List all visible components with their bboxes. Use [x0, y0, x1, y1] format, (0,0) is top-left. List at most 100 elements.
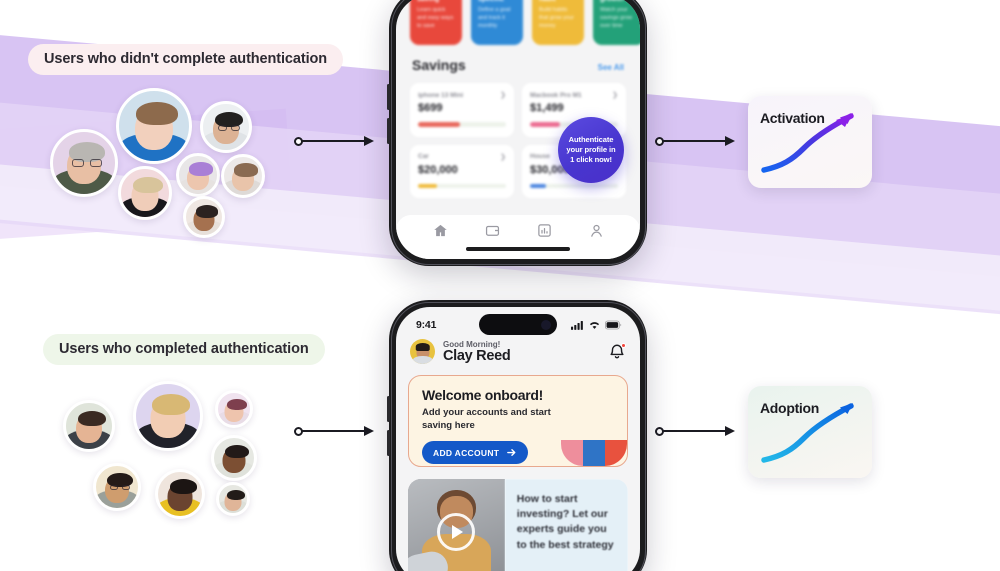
arrow-phone-to-activation: [655, 134, 737, 148]
arrow-head: [725, 425, 735, 436]
dynamic-island: [479, 314, 557, 335]
chip-title: specific: [478, 0, 516, 3]
savings-progress-bar: [418, 183, 506, 188]
bottom-tab-bar: [396, 215, 640, 259]
deco-shape-red: [605, 440, 627, 466]
arrow-cluster-to-phone-bottom: [294, 424, 376, 438]
savings-card-name: House: [530, 153, 550, 160]
savings-card-name: Macbook Pro M1: [530, 91, 582, 99]
chevron-right-icon: ❯: [500, 92, 506, 99]
category-chip[interactable]: specific Define a goal and track it month…: [471, 0, 523, 45]
notification-button[interactable]: [608, 342, 626, 361]
category-chip-row: savingLearn quick and easy ways to saves…: [410, 0, 640, 45]
tab-stats[interactable]: [537, 223, 552, 243]
avatar: [93, 463, 141, 511]
avatar: [215, 390, 253, 428]
savings-card-value: $20,000: [418, 163, 458, 176]
avatar: [155, 469, 205, 519]
tab-home[interactable]: [433, 223, 448, 243]
deco-shape-blue: [583, 440, 605, 466]
savings-card[interactable]: Car ❯ $20,000: [410, 144, 514, 198]
avatar: [211, 435, 257, 481]
signal-icon: [571, 320, 583, 330]
phone-mockup-adoption: 9:41 Good Morning! Clay Reed Welcome onb…: [387, 300, 647, 571]
notification-dot: [621, 342, 626, 348]
phone-volume-up-button[interactable]: [387, 84, 390, 110]
video-caption: How to start investing? Let our experts …: [504, 479, 628, 571]
chip-body: Watch your savings grow over time: [600, 7, 633, 29]
user-greeting-row: Good Morning! Clay Reed: [410, 339, 626, 364]
user-name: Clay Reed: [443, 347, 511, 364]
status-indicators: [571, 320, 622, 330]
home-icon: [433, 224, 447, 236]
avatar[interactable]: [410, 339, 435, 364]
status-time: 9:41: [416, 319, 437, 331]
add-account-button[interactable]: ADD ACCOUNT: [422, 441, 529, 465]
arrow-line: [302, 430, 366, 432]
tab-wallet[interactable]: [485, 223, 500, 243]
front-camera: [541, 319, 551, 330]
savings-card[interactable]: iphone 13 Mini ❯ $699: [410, 83, 514, 137]
arrow-right-icon: [507, 449, 516, 457]
avatar: [176, 153, 220, 197]
arrow-line: [663, 430, 727, 432]
chevron-right-icon: ❯: [612, 92, 618, 99]
avatar: [63, 400, 115, 452]
avatar: [50, 129, 118, 197]
add-account-label: ADD ACCOUNT: [433, 447, 500, 458]
savings-title: Savings: [412, 57, 466, 73]
category-chip[interactable]: habit Build habits that grow your money: [532, 0, 584, 45]
metric-card-adoption: Adoption: [748, 386, 872, 478]
chip-body: Build habits that grow your money: [539, 7, 574, 29]
tab-profile[interactable]: [589, 223, 604, 243]
savings-card-name: iphone 13 Mini: [418, 91, 464, 99]
play-button[interactable]: [437, 513, 476, 551]
label-users-authenticated: Users who completed authentication: [43, 334, 325, 365]
avatar: [221, 154, 265, 198]
phone-volume-down-button[interactable]: [387, 430, 390, 456]
video-thumbnail: [408, 479, 505, 571]
arrow-head: [725, 135, 735, 146]
chip-title: saving: [417, 0, 455, 3]
category-chip[interactable]: growth Watch your savings grow over time: [593, 0, 640, 45]
welcome-onboard-card: Welcome onboard! Add your accounts and s…: [408, 375, 628, 467]
chip-body: Learn quick and easy ways to save: [417, 7, 454, 29]
arrow-line: [663, 140, 727, 142]
card-decoration: [561, 440, 627, 466]
arrow-head: [364, 425, 374, 436]
chart-icon: [537, 223, 551, 237]
authenticate-badge[interactable]: Authenticate your profile in 1 click now…: [558, 117, 624, 183]
arrow-cluster-to-phone-top: [294, 134, 376, 148]
see-all-link[interactable]: See All: [598, 63, 624, 72]
infographic-canvas: Users who didn't complete authentication…: [0, 0, 1000, 571]
avatar: [116, 88, 192, 164]
phone-volume-up-button[interactable]: [387, 396, 390, 422]
chevron-right-icon: ❯: [500, 153, 506, 161]
savings-section-header: Savings See All: [412, 57, 624, 73]
adoption-label: Adoption: [760, 400, 820, 416]
arrow-line: [302, 140, 366, 142]
savings-card-value: $1,499: [530, 102, 564, 114]
metric-card-activation: Activation: [748, 96, 872, 188]
arrow-head: [364, 135, 374, 146]
chip-title: growth: [600, 0, 638, 3]
video-tip-card[interactable]: How to start investing? Let our experts …: [408, 479, 628, 571]
greeting-block: Good Morning! Clay Reed: [443, 340, 511, 364]
phone-volume-down-button[interactable]: [387, 118, 390, 144]
avatar: [118, 166, 172, 220]
profile-icon: [590, 224, 602, 237]
wallet-icon: [485, 225, 499, 236]
home-indicator: [466, 247, 570, 251]
chip-title: habit: [539, 0, 577, 3]
deco-shape-pink: [561, 440, 583, 466]
label-users-not-authenticated: Users who didn't complete authentication: [28, 44, 344, 75]
phone-screen-savings: savingLearn quick and easy ways to saves…: [396, 0, 640, 259]
category-chip[interactable]: saving Learn quick and easy ways to save: [410, 0, 462, 45]
arrow-phone-to-adoption: [655, 424, 737, 438]
savings-card-value: $699: [418, 102, 443, 114]
savings-progress-bar: [530, 183, 618, 188]
activation-label: Activation: [760, 110, 825, 126]
avatar: [133, 381, 203, 451]
wifi-icon: [589, 322, 600, 329]
savings-card-name: Car: [418, 153, 429, 160]
